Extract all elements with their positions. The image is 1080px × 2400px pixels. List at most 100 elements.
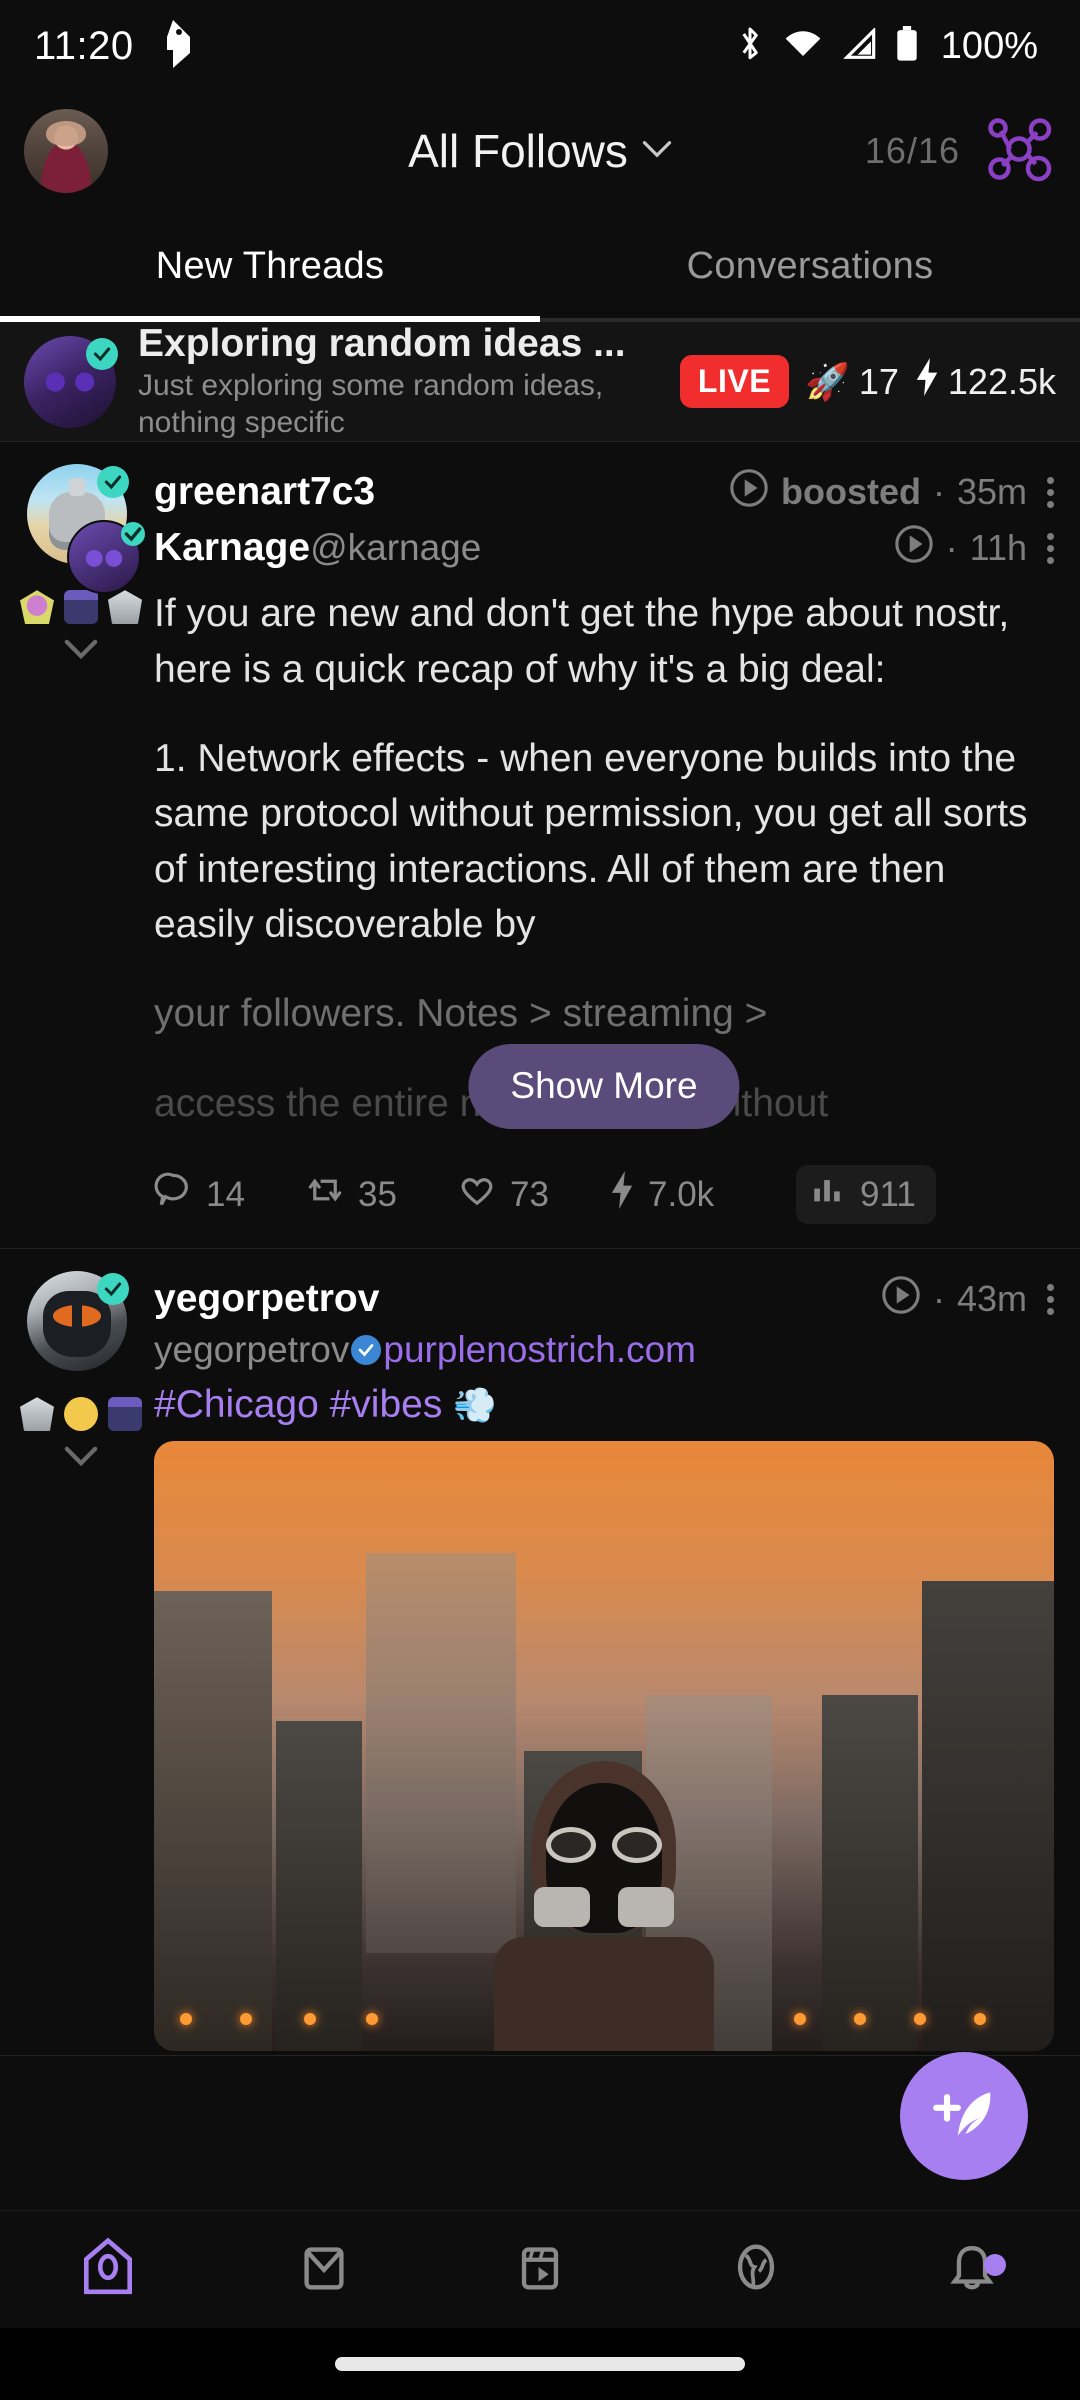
street-lights [154, 2013, 1054, 2026]
bar-chart-icon[interactable] [810, 1173, 844, 1216]
live-zap-count: 122.5k [947, 360, 1056, 402]
verified-check-icon [351, 1335, 382, 1366]
booster-row: greenart7c3 boosted · 35m [154, 464, 1054, 520]
verified-check-icon [121, 522, 145, 547]
chevron-down-icon[interactable] [64, 1445, 98, 1472]
author-separator: · [932, 1278, 945, 1320]
messages-envelope-icon[interactable] [295, 2238, 353, 2301]
tab-conversations[interactable]: Conversations [540, 210, 1080, 322]
nip05-domain[interactable]: purplenostrich.com [383, 1329, 696, 1371]
play-circle-icon[interactable] [881, 1275, 921, 1324]
ostrich-logo-icon [154, 19, 192, 73]
author-meta: · 43m [881, 1275, 1054, 1324]
nip05-identifier[interactable]: yegorpetrov purplenostrich.com [154, 1329, 1054, 1371]
repost-action[interactable]: 35 [306, 1171, 458, 1218]
building [922, 1581, 1054, 2052]
kebab-menu-icon[interactable] [1039, 476, 1054, 508]
reply-count: 14 [206, 1174, 245, 1214]
heart-icon[interactable] [458, 1171, 496, 1218]
bluetooth-icon [735, 25, 765, 68]
post-item[interactable]: yegorpetrov · 43m yegorpetrov purplenost… [0, 1249, 1080, 2057]
post-avatar-column [20, 1271, 142, 2055]
gesture-nav-area [0, 2328, 1080, 2400]
lightning-icon[interactable] [610, 1171, 634, 1218]
reaction-emoji-icon[interactable] [108, 590, 142, 625]
post-hashtags[interactable]: #Chicago #vibes 💨 [154, 1383, 1054, 1427]
boost-label: boosted [780, 471, 921, 513]
repost-icon[interactable] [306, 1171, 344, 1218]
live-zaps: 122.5k [915, 358, 1056, 405]
chevron-down-icon[interactable] [64, 638, 98, 665]
reply-bubble-icon[interactable] [154, 1171, 192, 1218]
live-stream-title: Exploring random ideas ... [138, 322, 626, 365]
author-row: yegorpetrov · 43m [154, 1271, 1054, 1327]
compose-feather-icon [927, 2077, 1001, 2156]
play-circle-icon[interactable] [894, 524, 934, 573]
avatar[interactable] [24, 109, 108, 193]
author-name[interactable]: yegorpetrov [154, 1277, 379, 1321]
nav-video[interactable] [432, 2238, 648, 2301]
boost-separator: · [932, 471, 945, 513]
compose-note-button[interactable] [900, 2052, 1028, 2180]
tab-new-threads[interactable]: New Threads [0, 210, 540, 322]
live-badge: LIVE [679, 355, 790, 409]
discover-globe-icon[interactable] [727, 2238, 785, 2301]
live-participant-count: 17 [858, 360, 899, 402]
building [154, 1591, 272, 2052]
gesture-home-bar[interactable] [335, 2357, 745, 2371]
nav-discover[interactable] [648, 2238, 864, 2301]
page-title[interactable]: All Follows [408, 124, 628, 178]
nav-notifications[interactable] [864, 2238, 1080, 2301]
reaction-emoji-icon[interactable] [64, 1397, 98, 1432]
status-bar-left: 11:20 [34, 19, 192, 73]
live-stream-avatar[interactable] [24, 335, 118, 428]
nav-home[interactable] [0, 2236, 216, 2303]
relay-count: 16/16 [864, 130, 960, 171]
home-birdhouse-icon[interactable] [77, 2236, 139, 2303]
boost-time: 35m [956, 471, 1027, 513]
post-action-bar: 14 35 73 7.0k 911 [154, 1165, 1054, 1244]
nip05-username: yegorpetrov [154, 1329, 350, 1371]
kebab-menu-icon[interactable] [1039, 1283, 1054, 1315]
post-image-dystopian-city[interactable] [154, 1441, 1054, 2052]
live-stream-banner[interactable]: Exploring random ideas ... Just explorin… [0, 322, 1080, 443]
relay-network-icon[interactable] [986, 116, 1052, 187]
chevron-down-icon[interactable] [642, 139, 672, 164]
reaction-emoji-icon[interactable] [20, 1397, 54, 1432]
post-content: greenart7c3 boosted · 35m Karnage @karna… [142, 464, 1054, 1248]
booster-name[interactable]: greenart7c3 [154, 470, 375, 514]
play-circle-icon[interactable] [729, 468, 769, 517]
post-content: yegorpetrov · 43m yegorpetrov purplenost… [142, 1271, 1054, 2055]
like-action[interactable]: 73 [458, 1171, 610, 1218]
reaction-avatars[interactable] [20, 1397, 142, 1432]
post-truncated-area: your followers. Notes > streaming > acce… [154, 986, 1054, 1131]
show-more-button[interactable]: Show More [468, 1044, 740, 1129]
nav-messages[interactable] [216, 2238, 432, 2301]
reaction-avatars[interactable] [20, 590, 142, 625]
author-name[interactable]: Karnage [154, 526, 310, 570]
avatar-stack[interactable] [27, 1271, 135, 1379]
video-reels-icon[interactable] [511, 2238, 569, 2301]
reaction-emoji-icon[interactable] [20, 590, 54, 625]
post-item[interactable]: greenart7c3 boosted · 35m Karnage @karna… [0, 442, 1080, 1250]
reaction-emoji-icon[interactable] [64, 590, 98, 625]
dash-emoji: 💨 [453, 1386, 497, 1426]
reaction-emoji-icon[interactable] [108, 1397, 142, 1432]
hashtag-text[interactable]: #Chicago #vibes [154, 1383, 442, 1426]
reply-action[interactable]: 14 [154, 1171, 306, 1218]
post-paragraph-2: 1. Network effects - when everyone build… [154, 736, 1028, 947]
cellular-signal-icon [841, 26, 877, 65]
zap-action[interactable]: 7.0k [610, 1171, 796, 1218]
stats-action[interactable]: 911 [796, 1165, 936, 1225]
kebab-menu-icon[interactable] [1039, 532, 1054, 564]
post-avatar-column [20, 464, 145, 1248]
status-bar-right: 100% [735, 25, 1038, 68]
author-handle[interactable]: @karnage [310, 527, 481, 569]
repost-count: 35 [358, 1174, 397, 1214]
author-time: 43m [956, 1278, 1027, 1320]
stats-count: 911 [860, 1174, 916, 1214]
rocket-emoji: 🚀 [805, 360, 850, 402]
building [276, 1721, 362, 2052]
avatar-stack[interactable] [27, 464, 145, 595]
header-right: 16/16 [865, 116, 1052, 187]
